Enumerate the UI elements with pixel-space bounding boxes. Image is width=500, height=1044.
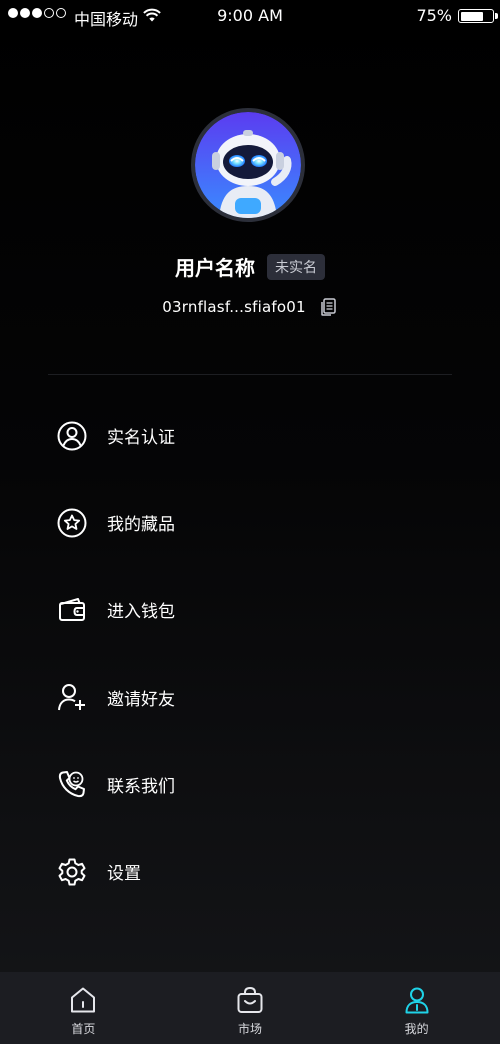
- tab-label: 我的: [404, 1022, 429, 1036]
- menu-item-settings[interactable]: 设置: [0, 828, 500, 915]
- section-divider: [48, 374, 452, 375]
- menu-item-my-collection[interactable]: 我的藏品: [0, 479, 500, 566]
- phone-icon: [58, 771, 85, 798]
- copy-icon[interactable]: [318, 297, 338, 317]
- battery-level: [460, 11, 483, 21]
- menu-item-label: 设置: [107, 864, 141, 885]
- verification-status-badge: 未实名: [267, 253, 325, 280]
- status-bar: 中国移动 9:00 AM 75%: [0, 0, 500, 34]
- tab-bar: 首页 市场 我的: [0, 972, 500, 1044]
- avatar[interactable]: [191, 108, 305, 222]
- menu-item-real-name-verification[interactable]: 实名认证: [0, 392, 500, 479]
- wallet-address-row: 03rnflasf...sfiafo01: [0, 297, 500, 317]
- tab-market[interactable]: 市场: [167, 972, 334, 1044]
- battery-icon: [458, 9, 494, 23]
- user-icon: [405, 987, 429, 1014]
- menu-item-invite-friends[interactable]: 邀请好友: [0, 654, 500, 741]
- user-circle-icon: [57, 421, 87, 451]
- menu-item-label: 进入钱包: [107, 602, 175, 623]
- wallet-icon: [59, 597, 85, 621]
- username-row: 用户名称 未实名: [0, 252, 500, 281]
- gear-icon: [58, 858, 86, 886]
- menu-item-label: 我的藏品: [107, 515, 175, 536]
- star-circle-icon: [57, 508, 87, 538]
- tab-label: 首页: [71, 1022, 96, 1036]
- profile-screen: 中国移动 9:00 AM 75% 用户名称 未实名 03rnflasf...sf…: [0, 0, 500, 1044]
- tab-home[interactable]: 首页: [0, 972, 167, 1044]
- menu-item-wallet[interactable]: 进入钱包: [0, 566, 500, 653]
- home-icon: [71, 987, 96, 1013]
- tab-label: 市场: [238, 1022, 263, 1036]
- robot-avatar-icon: [195, 112, 301, 218]
- menu-item-label: 联系我们: [107, 776, 175, 797]
- user-add-icon: [58, 684, 85, 711]
- battery-tip: [495, 13, 498, 19]
- battery-percentage: 75%: [416, 6, 452, 25]
- menu-item-label: 邀请好友: [107, 689, 175, 710]
- wallet-address: 03rnflasf...sfiafo01: [162, 298, 306, 316]
- profile-menu: 实名认证 我的藏品 进入钱包 邀请好友 联系我们 设置: [0, 392, 500, 915]
- menu-item-contact-us[interactable]: 联系我们: [0, 741, 500, 828]
- bag-icon: [237, 986, 263, 1013]
- menu-item-label: 实名认证: [107, 428, 175, 449]
- username: 用户名称: [175, 256, 255, 280]
- tab-mine[interactable]: 我的: [333, 972, 500, 1044]
